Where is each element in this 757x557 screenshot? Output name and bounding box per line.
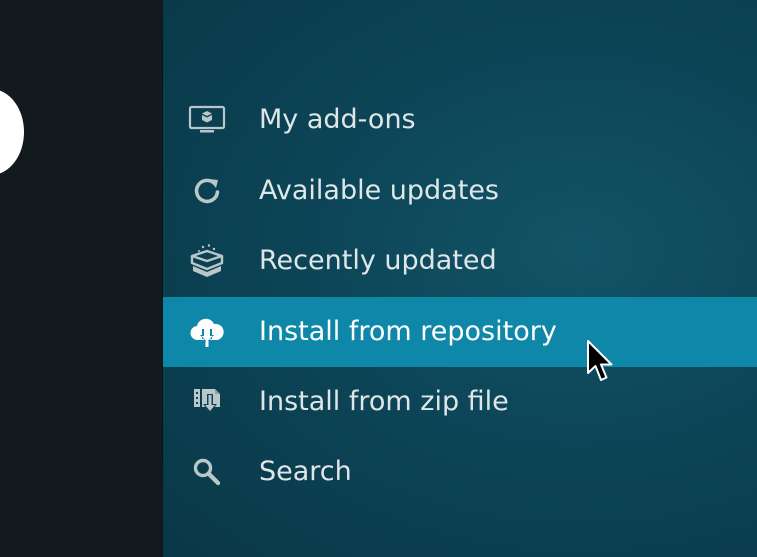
- menu-item-label: Available updates: [259, 175, 499, 206]
- menu-item-label: Search: [259, 456, 352, 487]
- menu-item-install-from-repository[interactable]: Install from repository: [163, 297, 757, 367]
- menu-item-install-from-zip[interactable]: Install from zip file: [163, 367, 757, 437]
- menu-item-label: Install from zip file: [259, 386, 509, 417]
- menu-item-label: Install from repository: [259, 316, 557, 347]
- menu-item-my-addons[interactable]: My add-ons: [163, 85, 757, 155]
- mouse-pointer-icon: [587, 340, 613, 381]
- menu-item-label: My add-ons: [259, 104, 416, 135]
- search-icon: [187, 454, 227, 490]
- cloud-download-icon: [187, 314, 227, 350]
- menu-item-search[interactable]: Search: [163, 437, 757, 507]
- open-box-icon: [187, 243, 227, 279]
- side-panel: [0, 0, 162, 557]
- app-window: My add-ons Available updates Recently up…: [0, 0, 757, 557]
- side-panel-button[interactable]: [0, 89, 24, 175]
- monitor-box-icon: [187, 102, 227, 138]
- refresh-icon: [187, 173, 227, 209]
- menu-item-label: Recently updated: [259, 245, 497, 276]
- addons-menu-panel: My add-ons Available updates Recently up…: [163, 0, 757, 557]
- zip-file-icon: [187, 384, 227, 420]
- menu-item-available-updates[interactable]: Available updates: [163, 156, 757, 226]
- menu-item-recently-updated[interactable]: Recently updated: [163, 226, 757, 296]
